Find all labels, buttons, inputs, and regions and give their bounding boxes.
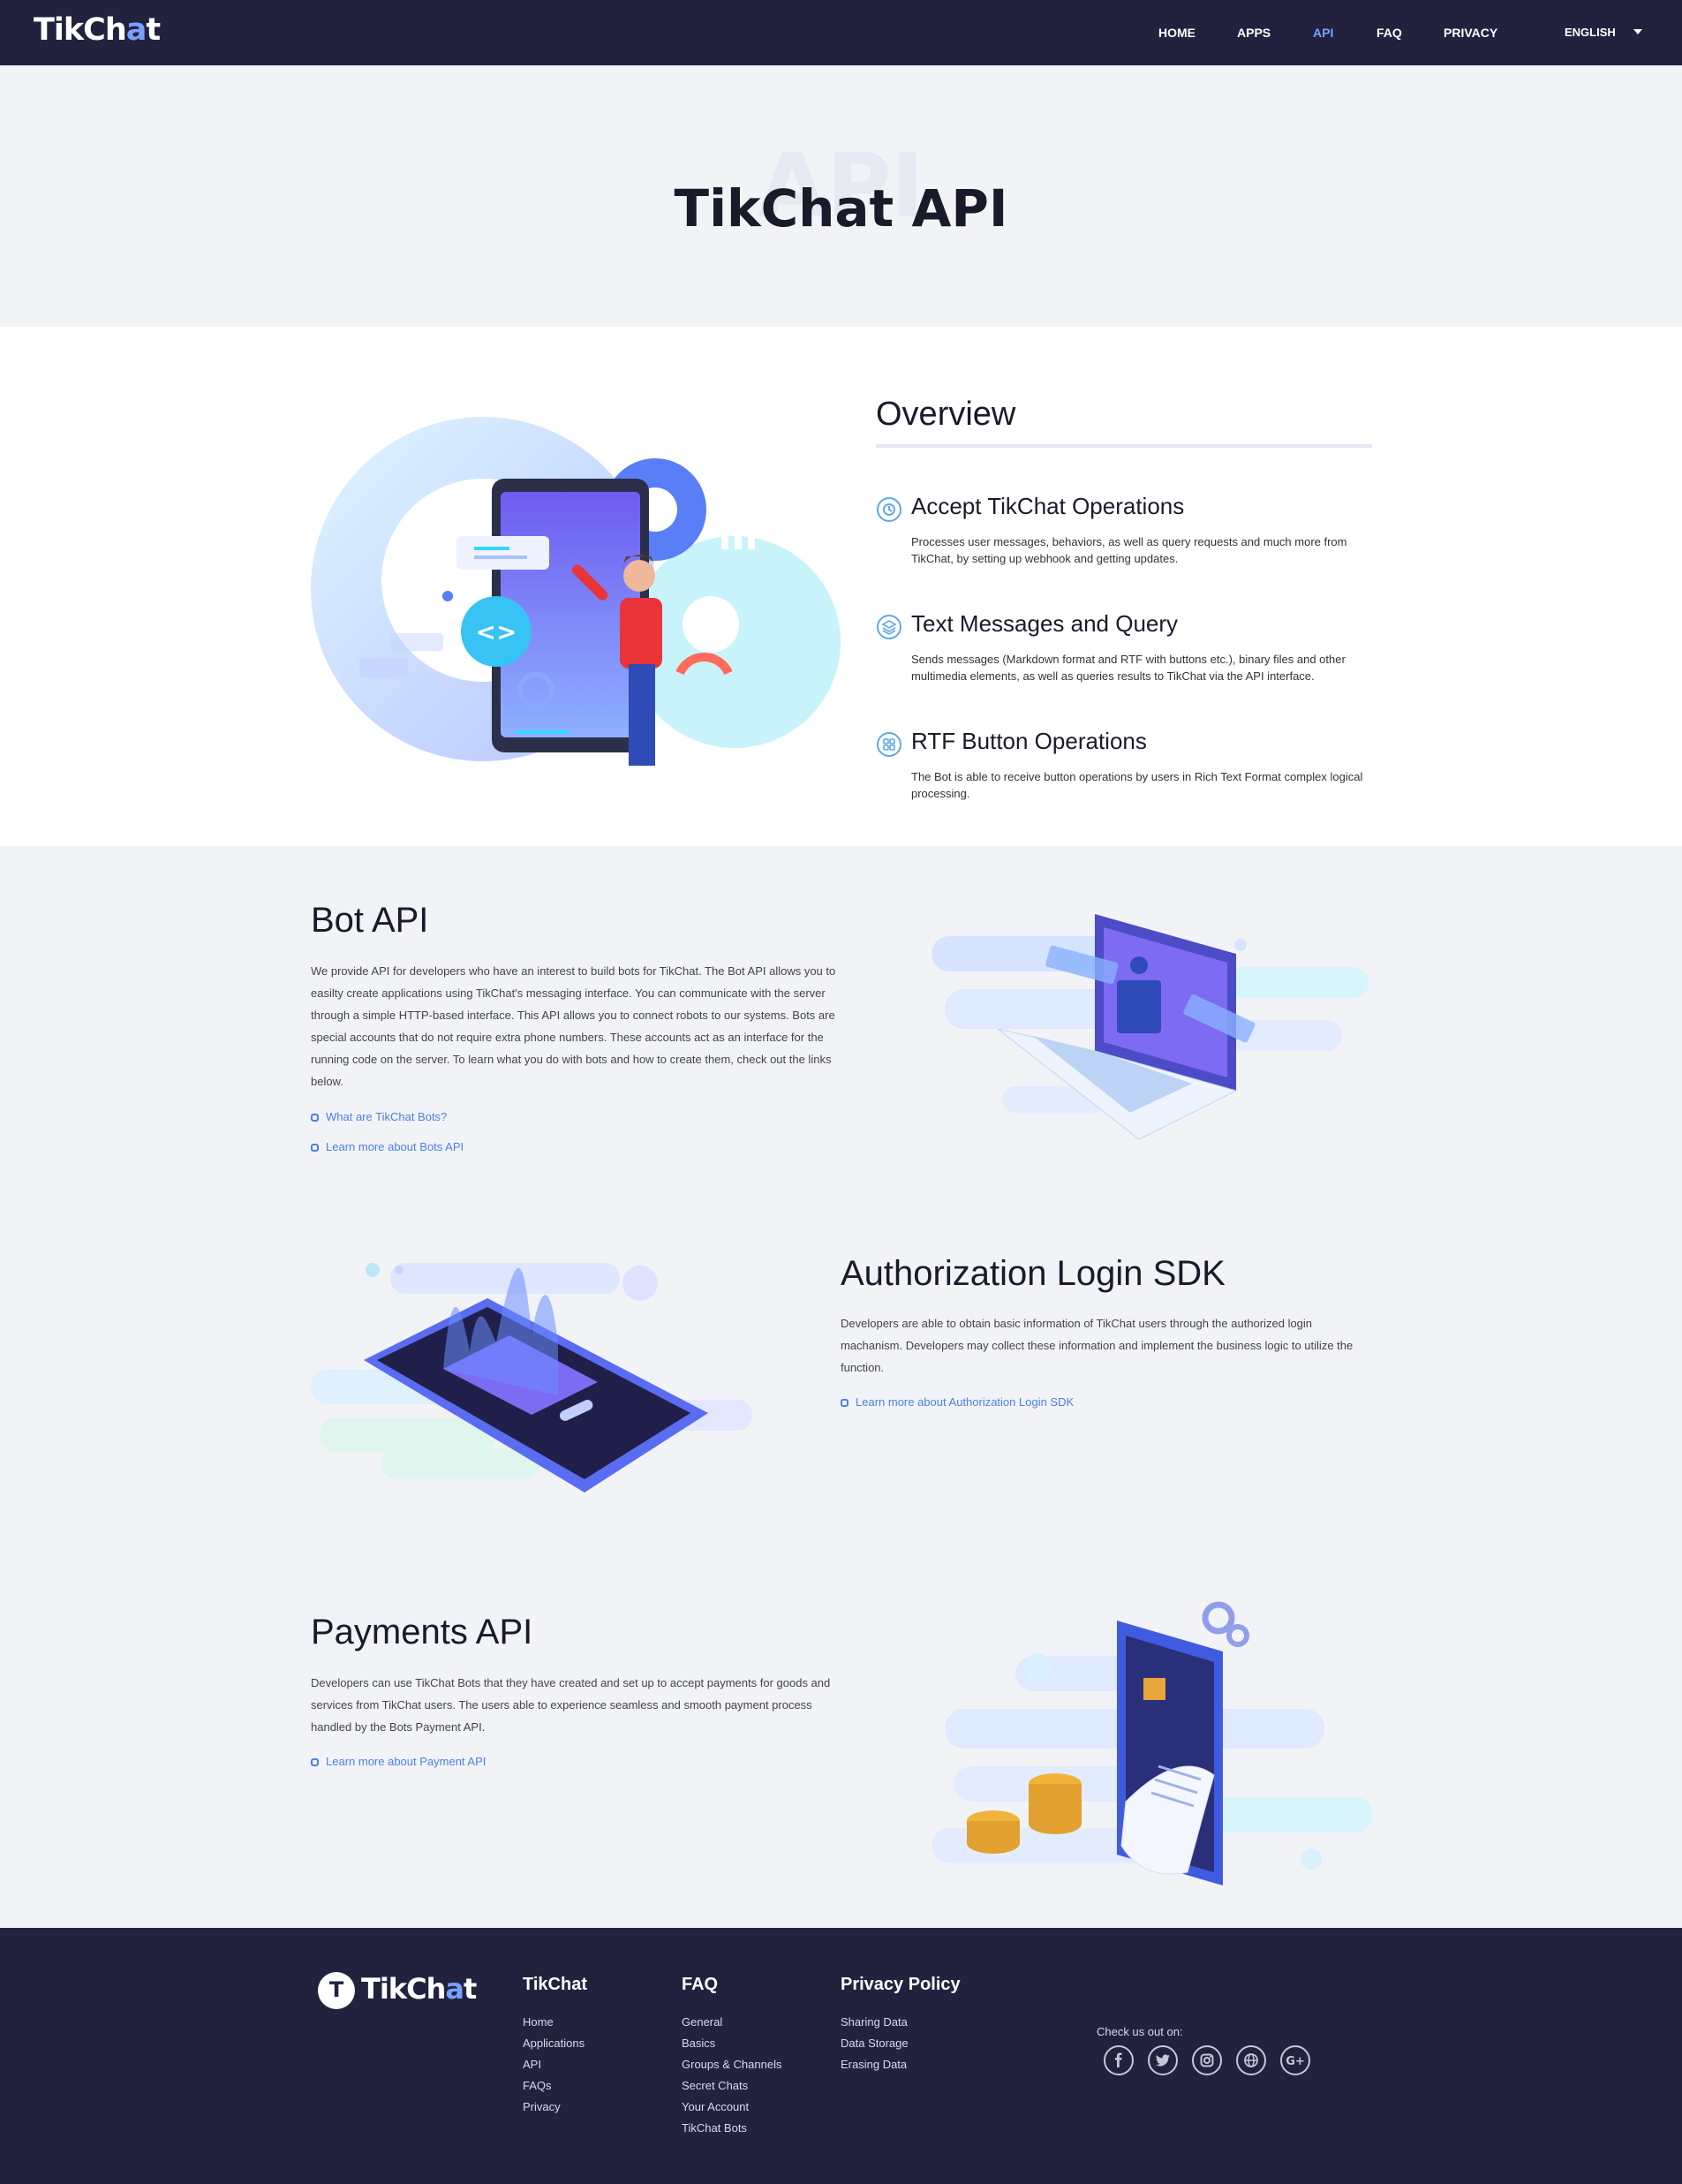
footer-link-erasing-data[interactable]: Erasing Data (841, 2054, 961, 2075)
page-title: TikChat API (674, 178, 1008, 238)
feature-text: The Bot is able to receive button operat… (911, 770, 1363, 800)
facebook-icon[interactable] (1104, 2045, 1134, 2075)
footer-col-privacy-policy: Privacy Policy Sharing Data Data Storage… (841, 1975, 961, 2075)
link-icon (311, 1758, 319, 1766)
nav-faq[interactable]: FAQ (1377, 26, 1402, 40)
feature-title: Text Messages and Query (911, 610, 1179, 637)
footer-col-faq: FAQ General Basics Groups & Channels Sec… (682, 1975, 781, 2139)
overview-section: <> Overview Accept TikChat Operations Pr… (0, 327, 1682, 846)
feature-text: Sends messages (Markdown format and RTF … (911, 653, 1346, 683)
footer-col-tikchat: TikChat Home Applications API FAQs Priva… (523, 1975, 587, 2118)
phone-chart-illustration (311, 1263, 752, 1493)
svg-text:G+: G+ (1286, 2055, 1305, 2068)
link-icon (841, 1399, 849, 1407)
nav-apps[interactable]: APPS (1237, 26, 1271, 40)
footer-col-title: Privacy Policy (841, 1975, 961, 1994)
footer-link-sharing-data[interactable]: Sharing Data (841, 2012, 961, 2033)
footer-col-title: FAQ (682, 1975, 719, 1994)
layers-icon (877, 615, 901, 639)
payments-title: Payments API (311, 1613, 533, 1651)
link-auth-sdk[interactable]: Learn more about Authorization Login SDK (841, 1395, 1074, 1409)
feature-title: Accept TikChat Operations (911, 493, 1185, 519)
link-icon (311, 1144, 319, 1152)
footer-link-tikchat-bots[interactable]: TikChat Bots (682, 2118, 781, 2139)
footer-link-applications[interactable]: Applications (523, 2033, 587, 2054)
footer-link-api[interactable]: API (523, 2054, 587, 2075)
payments-description: Developers can use TikChat Bots that the… (311, 1676, 831, 1734)
twitter-icon[interactable] (1148, 2045, 1178, 2075)
site-footer: T TikChat TikChat Home Applications API … (0, 1928, 1682, 2184)
robot-laptop-illustration (932, 914, 1369, 1140)
page-hero: API TikChat API (0, 65, 1682, 327)
google-plus-icon[interactable]: G+ (1280, 2045, 1310, 2075)
footer-logo[interactable]: TikChat (361, 1972, 477, 2006)
footer-link-home[interactable]: Home (523, 2012, 587, 2033)
language-selector[interactable]: ENGLISH (1565, 26, 1616, 39)
feature-text: Processes user messages, behaviors, as w… (911, 535, 1347, 565)
instagram-icon[interactable] (1192, 2045, 1222, 2075)
footer-col-title: TikChat (523, 1975, 587, 1994)
link-payments-api[interactable]: Learn more about Payment API (311, 1755, 486, 1768)
top-navbar: TikChat HOME APPS API FAQ PRIVACY ENGLIS… (0, 0, 1682, 65)
footer-link-groups-channels[interactable]: Groups & Channels (682, 2054, 781, 2075)
grid-icon (877, 732, 901, 757)
nav-privacy[interactable]: PRIVACY (1444, 26, 1497, 40)
footer-link-basics[interactable]: Basics (682, 2033, 781, 2054)
feature-title: RTF Button Operations (911, 728, 1147, 754)
footer-link-secret-chats[interactable]: Secret Chats (682, 2075, 781, 2097)
footer-link-general[interactable]: General (682, 2012, 781, 2033)
bot-api-title: Bot API (311, 901, 429, 940)
link-icon (311, 1114, 319, 1122)
link-bots-api[interactable]: Learn more about Bots API (311, 1140, 464, 1153)
social-heading: Check us out on: (1097, 2025, 1183, 2038)
overview-divider (876, 444, 1372, 448)
developer-phone-illustration: <> (311, 417, 841, 766)
payment-phone-illustration (932, 1601, 1373, 1885)
footer-link-privacy[interactable]: Privacy (523, 2097, 587, 2118)
nav-home[interactable]: HOME (1158, 26, 1196, 40)
auth-sdk-description: Developers are able to obtain basic info… (841, 1317, 1354, 1374)
bot-api-description: We provide API for developers who have a… (311, 964, 836, 1088)
clock-shield-icon (877, 497, 901, 522)
footer-link-your-account[interactable]: Your Account (682, 2097, 781, 2118)
overview-title: Overview (876, 396, 1016, 433)
link-what-are-bots[interactable]: What are TikChat Bots? (311, 1110, 447, 1123)
globe-icon[interactable] (1236, 2045, 1266, 2075)
nav-api[interactable]: API (1313, 26, 1333, 40)
footer-link-faqs[interactable]: FAQs (523, 2075, 587, 2097)
footer-logo-icon[interactable]: T (318, 1972, 355, 2009)
svg-text:<>: <> (476, 617, 517, 646)
footer-link-data-storage[interactable]: Data Storage (841, 2033, 961, 2054)
chevron-down-icon[interactable] (1633, 29, 1642, 34)
auth-sdk-title: Authorization Login SDK (841, 1254, 1226, 1293)
